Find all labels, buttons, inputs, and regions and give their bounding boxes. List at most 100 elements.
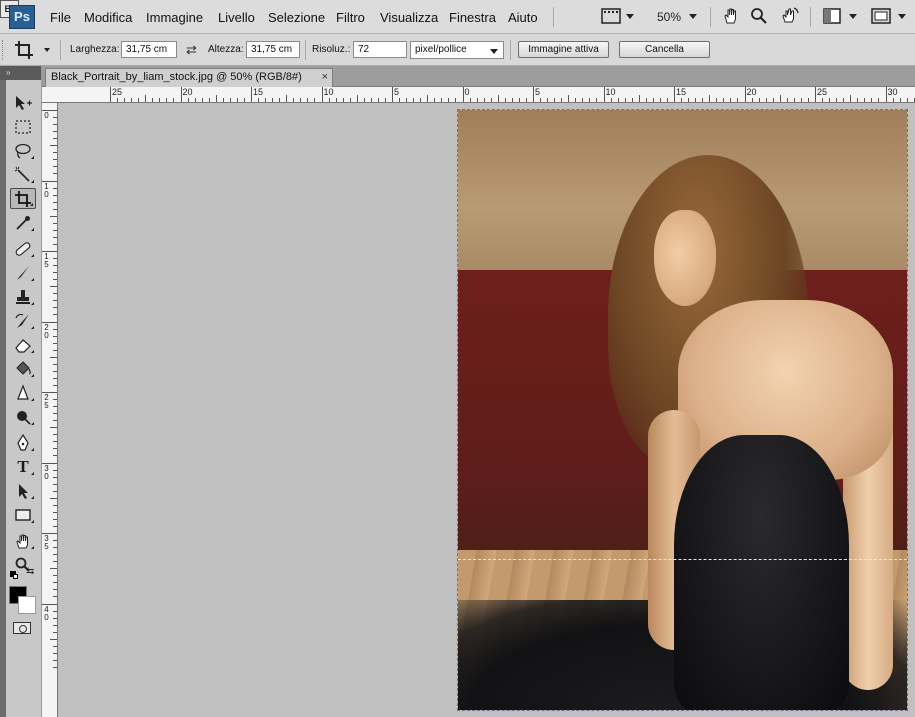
background-color-swatch[interactable] (18, 596, 36, 614)
ruler-tick (53, 272, 57, 274)
lasso-tool[interactable] (10, 140, 36, 161)
close-icon[interactable]: × (322, 69, 328, 86)
ruler-tick (53, 335, 57, 337)
photoshop-logo[interactable]: Ps (9, 5, 35, 29)
screen-mode-icon (871, 8, 891, 24)
menu-immagine[interactable]: Immagine (146, 10, 203, 25)
type-tool[interactable]: T (10, 456, 36, 477)
screen-mode-button[interactable] (870, 6, 906, 28)
crop-icon (15, 41, 33, 59)
history-brush-tool[interactable] (10, 310, 36, 331)
resolution-field[interactable] (353, 41, 407, 58)
resolution-unit-select[interactable]: pixel/pollice (410, 41, 504, 59)
move-tool[interactable] (10, 92, 36, 113)
crop-tool[interactable] (10, 188, 36, 209)
ruler-tick (427, 95, 429, 102)
eyedropper-tool[interactable] (10, 212, 36, 233)
paint-bucket-tool[interactable] (10, 358, 36, 379)
ruler-tick (617, 98, 619, 102)
chevron-down-icon (490, 49, 498, 54)
ruler-tick (800, 98, 802, 102)
image-corset (674, 435, 849, 710)
screen-mode-film-button[interactable] (600, 6, 634, 28)
ruler-tick (124, 98, 126, 102)
ruler-tick (575, 98, 577, 102)
menu-modifica[interactable]: Modifica (84, 10, 132, 25)
ruler-tick (53, 476, 57, 478)
swap-dimensions-icon[interactable]: ⇄ (186, 42, 197, 58)
ruler-tick (279, 98, 281, 102)
ruler-tick (321, 87, 323, 102)
ruler-tick (53, 645, 57, 647)
canvas-area[interactable] (58, 103, 915, 717)
eraser-tool[interactable] (10, 334, 36, 355)
menu-filtro[interactable]: Filtro (336, 10, 365, 25)
quick-mask-icon[interactable] (13, 622, 31, 634)
default-colors-icon[interactable] (10, 571, 18, 579)
ruler-tick (377, 98, 379, 102)
blur-tool[interactable] (10, 382, 36, 403)
pen-icon (17, 433, 29, 451)
shape-tool[interactable] (10, 504, 36, 525)
ruler-tick (420, 98, 422, 102)
ruler-tick (497, 95, 499, 102)
rotate-view-button[interactable] (780, 6, 802, 28)
ruler-tick (850, 95, 852, 102)
menu-visualizza[interactable]: Visualizza (380, 10, 438, 25)
ruler-tick (258, 98, 260, 102)
ruler-tick (53, 631, 57, 633)
front-image-button[interactable]: Immagine attiva (518, 41, 609, 58)
ruler-tick (53, 659, 57, 661)
ruler-tick (53, 554, 57, 556)
ruler-tick (533, 87, 534, 102)
options-bar: Larghezza: ⇄ Altezza: Risoluz.: pixel/po… (0, 34, 915, 66)
vertical-ruler[interactable]: 0 1 0 1 5 2 0 2 5 3 0 3 5 4 0 (42, 103, 58, 717)
path-selection-tool[interactable] (10, 480, 36, 501)
quick-selection-tool[interactable] (10, 164, 36, 185)
ruler-tick (53, 243, 57, 245)
ruler-tick (716, 98, 718, 102)
swap-colors-icon[interactable]: ⇆ (26, 566, 34, 577)
ruler-tick (476, 98, 478, 102)
menu-aiuto[interactable]: Aiuto (508, 10, 538, 25)
tool-flyout-indicator (31, 496, 34, 499)
height-field[interactable] (246, 41, 300, 58)
healing-brush-tool[interactable] (10, 238, 36, 259)
clear-button[interactable]: Cancella (619, 41, 710, 58)
clone-stamp-tool[interactable] (10, 286, 36, 307)
ruler-tick (53, 511, 57, 513)
dodge-tool[interactable] (10, 406, 36, 427)
pen-tool[interactable] (10, 432, 36, 453)
menu-finestra[interactable]: Finestra (449, 10, 496, 25)
options-grip[interactable] (2, 40, 6, 60)
tool-flyout-indicator (31, 326, 34, 329)
ruler-tick (42, 462, 57, 464)
menu-file[interactable]: File (50, 10, 71, 25)
document-image[interactable] (458, 110, 907, 710)
hand-button[interactable] (722, 6, 742, 28)
dodge-icon (17, 410, 31, 425)
horizontal-ruler[interactable]: 25 20 15 10 5 0 5 10 15 20 25 30 (42, 87, 915, 103)
film-icon (601, 8, 621, 24)
chevron-down-icon (44, 48, 50, 52)
menu-selezione[interactable]: Selezione (268, 10, 325, 25)
width-field[interactable] (121, 41, 177, 58)
ruler-tick (53, 229, 57, 231)
tool-preset-picker[interactable] (14, 40, 54, 60)
toolbox-collapse-icon[interactable]: » (0, 66, 41, 80)
marquee-tool[interactable] (10, 116, 36, 137)
menu-separator (710, 7, 711, 27)
hand-tool[interactable] (10, 530, 36, 551)
ruler-tick (53, 413, 57, 415)
zoom-button[interactable] (750, 6, 770, 28)
document-tab[interactable]: Black_Portrait_by_liam_stock.jpg @ 50% (… (45, 68, 333, 87)
zoom-level[interactable]: 50% (657, 10, 681, 24)
ruler-tick (300, 98, 302, 102)
chevron-down-icon (849, 14, 857, 19)
ruler-tick (53, 547, 57, 549)
brush-tool[interactable] (10, 262, 36, 283)
menu-livello[interactable]: Livello (218, 10, 255, 25)
zoom-chevron-down-icon[interactable] (689, 14, 697, 19)
ruler-tick (674, 87, 675, 102)
arrange-documents-button[interactable] (822, 6, 858, 28)
